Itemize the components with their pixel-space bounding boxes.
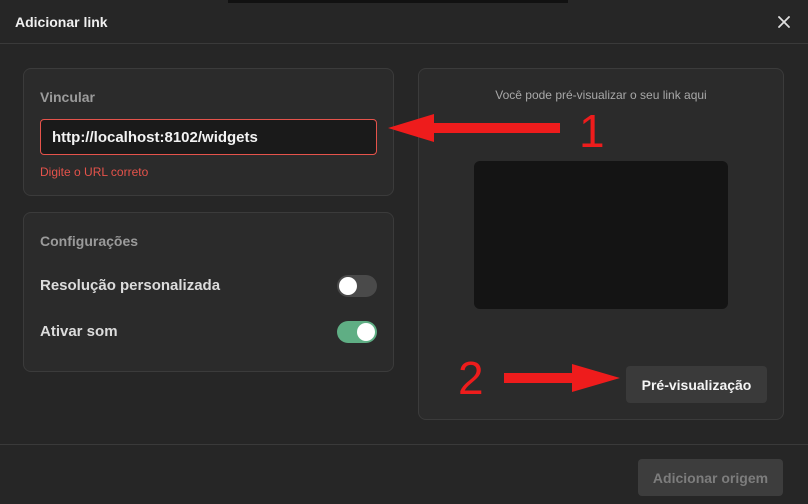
custom-resolution-label: Resolução personalizada bbox=[40, 277, 221, 294]
url-input[interactable] bbox=[40, 119, 377, 155]
annotation-arrow-1 bbox=[388, 114, 560, 142]
custom-resolution-toggle[interactable] bbox=[337, 275, 377, 297]
settings-panel: Configurações Resolução personalizada At… bbox=[23, 212, 394, 372]
toggle-knob bbox=[339, 277, 357, 295]
enable-sound-toggle[interactable] bbox=[337, 321, 377, 343]
preview-hint: Você pode pré-visualizar o seu link aqui bbox=[495, 88, 707, 102]
preview-button[interactable]: Pré-visualização bbox=[626, 366, 767, 403]
link-panel: Vincular Digite o URL correto bbox=[23, 68, 394, 196]
toggle-knob bbox=[357, 323, 375, 341]
close-icon[interactable] bbox=[772, 10, 796, 34]
annotation-marker-1: 1 bbox=[579, 105, 605, 157]
preview-area bbox=[474, 161, 728, 309]
dialog-titlebar: Adicionar link bbox=[0, 0, 808, 44]
enable-sound-label: Ativar som bbox=[40, 323, 118, 340]
settings-section-label: Configurações bbox=[40, 233, 139, 249]
add-source-button[interactable]: Adicionar origem bbox=[638, 459, 783, 496]
dialog-footer: Adicionar origem bbox=[0, 444, 808, 504]
link-section-label: Vincular bbox=[40, 89, 95, 105]
annotation-marker-2: 2 bbox=[458, 352, 484, 404]
annotation-arrow-2 bbox=[504, 364, 620, 392]
dialog-title: Adicionar link bbox=[15, 14, 108, 30]
url-error-message: Digite o URL correto bbox=[40, 165, 149, 179]
add-link-dialog: Adicionar link Vincular Digite o URL cor… bbox=[0, 0, 808, 504]
